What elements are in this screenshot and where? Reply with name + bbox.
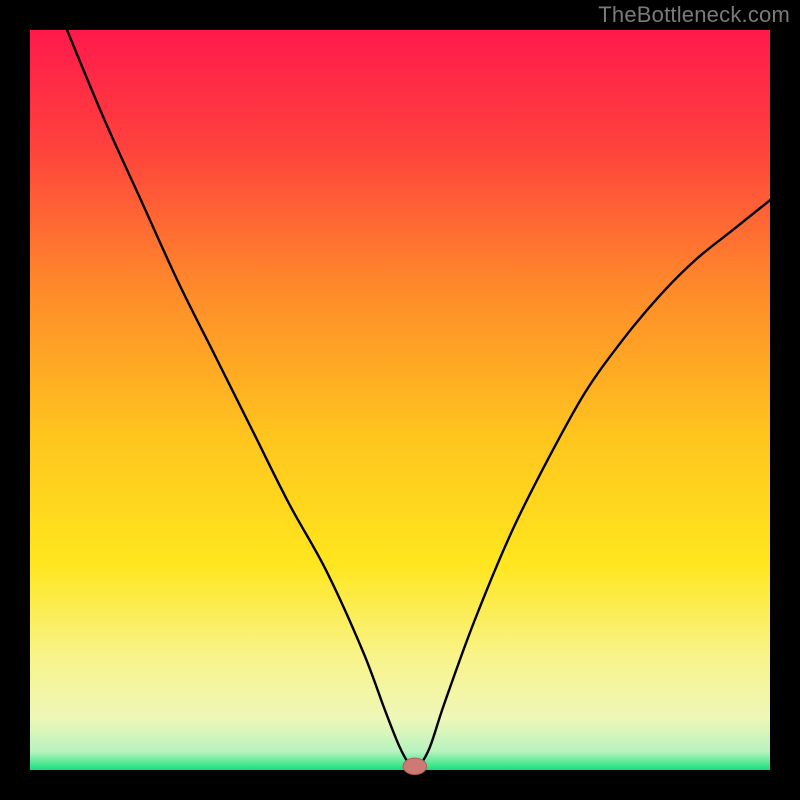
bottleneck-chart <box>0 0 800 800</box>
plot-background <box>30 30 770 770</box>
optimum-marker <box>403 758 427 774</box>
chart-frame: { "watermark": "TheBottleneck.com", "col… <box>0 0 800 800</box>
